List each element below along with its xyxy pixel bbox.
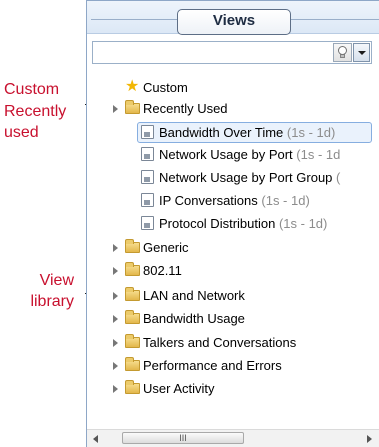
tree-folder-user-activity[interactable]: User Activity xyxy=(87,378,379,399)
lightbulb-button[interactable] xyxy=(333,43,352,62)
tree-item-label: Bandwidth Over Time (1s - 1d) xyxy=(159,125,336,140)
tree-folder-generic[interactable]: Generic xyxy=(87,237,379,258)
tree-item-label: Network Usage by Port (1s - 1d xyxy=(159,147,341,162)
tree-item-recent-view[interactable]: Network Usage by Port Group ( xyxy=(87,167,379,188)
tree-item-label: Talkers and Conversations xyxy=(143,335,297,350)
view-document-icon xyxy=(141,125,154,139)
tree-item-recently-used[interactable]: Recently Used xyxy=(87,98,379,119)
views-search-box[interactable] xyxy=(92,41,372,64)
tree-item-label: IP Conversations (1s - 1d) xyxy=(159,193,310,208)
folder-icon xyxy=(125,100,140,114)
annotation-recently-used-line-2: used xyxy=(4,124,39,141)
tree-item-label: Generic xyxy=(143,240,189,255)
tree-item-custom[interactable]: ★ Custom xyxy=(87,77,379,98)
tree-item-label: 802.11 xyxy=(143,263,182,278)
tree-item-recent-view[interactable]: Protocol Distribution (1s - 1d) xyxy=(87,213,379,234)
annotation-custom: Custom xyxy=(4,81,60,98)
scroll-left-arrow-icon[interactable] xyxy=(93,435,98,443)
tree-item-recent-view[interactable]: IP Conversations (1s - 1d) xyxy=(87,190,379,211)
views-tree: ★ Custom Recently Used Bandwidth Over Ti… xyxy=(87,77,379,425)
tree-item-label: Performance and Errors xyxy=(143,358,282,373)
horizontal-scrollbar[interactable]: III xyxy=(87,429,379,447)
search-dropdown-button[interactable] xyxy=(353,43,370,62)
expand-arrow-icon[interactable] xyxy=(113,339,118,347)
folder-icon xyxy=(125,239,140,253)
annotation-view-library-line-2: library xyxy=(30,293,74,310)
tree-item-recent-view[interactable]: Bandwidth Over Time (1s - 1d) xyxy=(87,122,379,143)
view-document-icon xyxy=(141,147,154,161)
view-document-icon xyxy=(141,216,154,230)
view-document-icon xyxy=(141,170,154,184)
annotation-recently-used-line-1: Recently xyxy=(4,103,67,120)
tree-item-label: Recently Used xyxy=(143,101,228,116)
scrollbar-thumb[interactable]: III xyxy=(122,432,244,444)
tree-item-label: Network Usage by Port Group ( xyxy=(159,170,341,185)
tree-item-label: Protocol Distribution (1s - 1d) xyxy=(159,216,328,231)
tree-folder-802-11[interactable]: 802.11 xyxy=(87,260,379,281)
tree-item-label: User Activity xyxy=(143,381,215,396)
expand-arrow-icon[interactable] xyxy=(113,267,118,275)
tree-folder-lan-and-network[interactable]: LAN and Network xyxy=(87,285,379,306)
annotation-view-library-line-1: View xyxy=(39,272,74,289)
scroll-right-arrow-icon[interactable] xyxy=(367,435,372,443)
folder-icon xyxy=(125,334,140,348)
expand-arrow-icon[interactable] xyxy=(113,315,118,323)
tree-item-label: LAN and Network xyxy=(143,288,245,303)
tree-item-label: Bandwidth Usage xyxy=(143,311,245,326)
tree-item-recent-view[interactable]: Network Usage by Port (1s - 1d xyxy=(87,144,379,165)
expand-arrow-icon[interactable] xyxy=(113,385,118,393)
tree-folder-talkers-and-conversations[interactable]: Talkers and Conversations xyxy=(87,332,379,353)
folder-icon xyxy=(125,357,140,371)
folder-icon xyxy=(125,262,140,276)
annotation-recently-used: Recently used xyxy=(4,101,66,143)
folder-icon xyxy=(125,287,140,301)
views-tab[interactable]: Views xyxy=(177,9,291,35)
expand-arrow-icon[interactable] xyxy=(113,105,118,113)
panel-header: Views xyxy=(87,1,379,35)
expand-arrow-icon[interactable] xyxy=(113,244,118,252)
views-panel: Views ★ Custom Recently Used Bandwidth O… xyxy=(86,0,379,447)
expand-arrow-icon[interactable] xyxy=(113,362,118,370)
view-document-icon xyxy=(141,193,154,207)
tree-folder-performance-and-errors[interactable]: Performance and Errors xyxy=(87,355,379,376)
tree-item-label: Custom xyxy=(143,80,188,95)
lightbulb-icon xyxy=(338,46,347,58)
folder-icon xyxy=(125,310,140,324)
annotation-view-library: View library xyxy=(18,270,74,312)
expand-arrow-icon[interactable] xyxy=(113,292,118,300)
tree-folder-bandwidth-usage[interactable]: Bandwidth Usage xyxy=(87,308,379,329)
star-icon: ★ xyxy=(125,78,140,95)
folder-icon xyxy=(125,380,140,394)
